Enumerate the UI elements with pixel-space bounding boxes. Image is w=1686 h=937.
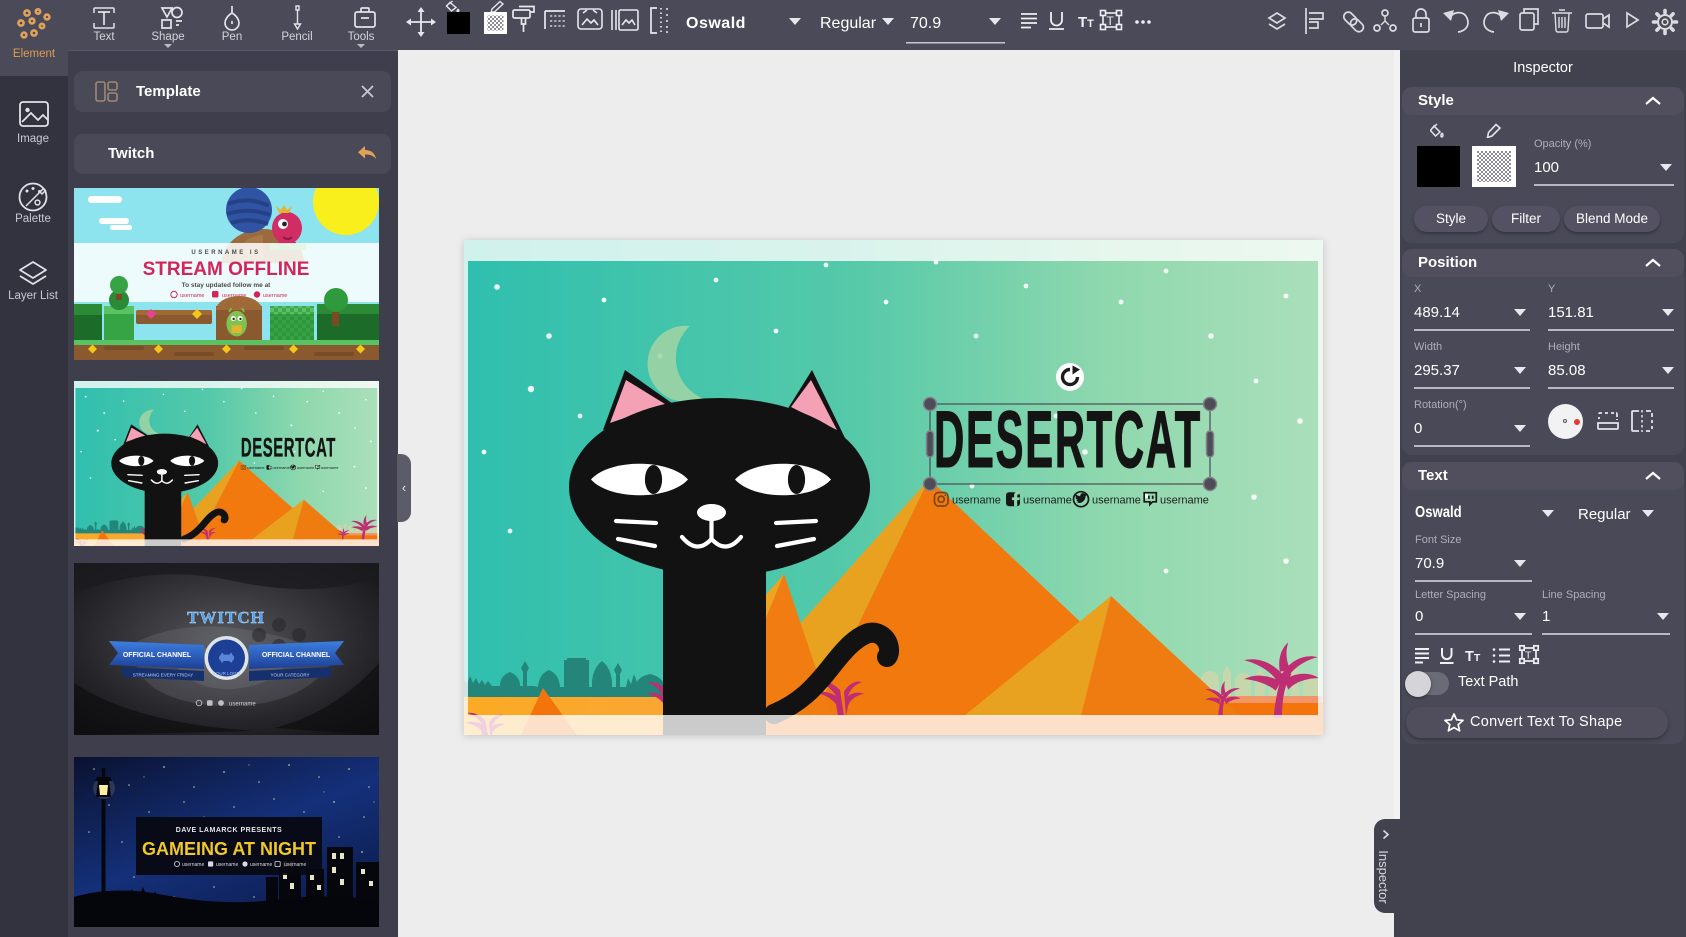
svg-text:username: username bbox=[250, 862, 272, 868]
svg-text:username: username bbox=[216, 862, 238, 868]
svg-text:T: T bbox=[1107, 14, 1115, 28]
svg-text:TWITCH: TWITCH bbox=[187, 608, 265, 627]
svg-text:GAMEING AT NIGHT: GAMEING AT NIGHT bbox=[142, 839, 316, 859]
svg-text:USERNAME IS: USERNAME IS bbox=[191, 250, 260, 256]
svg-text:Tools: Tools bbox=[348, 31, 375, 43]
svg-text:T: T bbox=[1525, 650, 1532, 662]
svg-text:username: username bbox=[182, 862, 204, 868]
svg-text:STREAMING EVERY FRIDAY: STREAMING EVERY FRIDAY bbox=[133, 673, 194, 678]
svg-text:username: username bbox=[263, 293, 287, 299]
svg-text:TT: TT bbox=[1078, 14, 1094, 31]
svg-text:DAVE LAMARCK PRESENTS: DAVE LAMARCK PRESENTS bbox=[176, 827, 282, 834]
svg-text:Image: Image bbox=[17, 133, 49, 145]
svg-text:username: username bbox=[180, 293, 204, 299]
svg-text:TT: TT bbox=[1465, 649, 1481, 665]
svg-text:Pencil: Pencil bbox=[281, 31, 312, 43]
svg-text:Regular: Regular bbox=[820, 15, 877, 32]
svg-text:OFFICIAL CHANNEL: OFFICIAL CHANNEL bbox=[262, 652, 331, 659]
svg-text:username: username bbox=[284, 862, 306, 868]
svg-text:To stay updated follow me at: To stay updated follow me at bbox=[182, 282, 272, 289]
svg-text:Oswald: Oswald bbox=[686, 15, 746, 32]
svg-text:Text: Text bbox=[93, 31, 115, 43]
svg-text:70.9: 70.9 bbox=[910, 15, 941, 32]
svg-text:Shape: Shape bbox=[151, 31, 184, 43]
svg-text:Palette: Palette bbox=[15, 213, 51, 225]
svg-text:Layer List: Layer List bbox=[8, 290, 59, 302]
svg-text:STREAM OFFLINE: STREAM OFFLINE bbox=[143, 259, 310, 280]
svg-text:YOUR CATEGORY: YOUR CATEGORY bbox=[270, 673, 309, 678]
svg-text:YOUR LOGO: YOUR LOGO bbox=[213, 671, 241, 676]
svg-text:OFFICIAL CHANNEL: OFFICIAL CHANNEL bbox=[123, 652, 192, 659]
svg-text:username: username bbox=[229, 702, 256, 708]
svg-text:Pen: Pen bbox=[222, 31, 242, 43]
